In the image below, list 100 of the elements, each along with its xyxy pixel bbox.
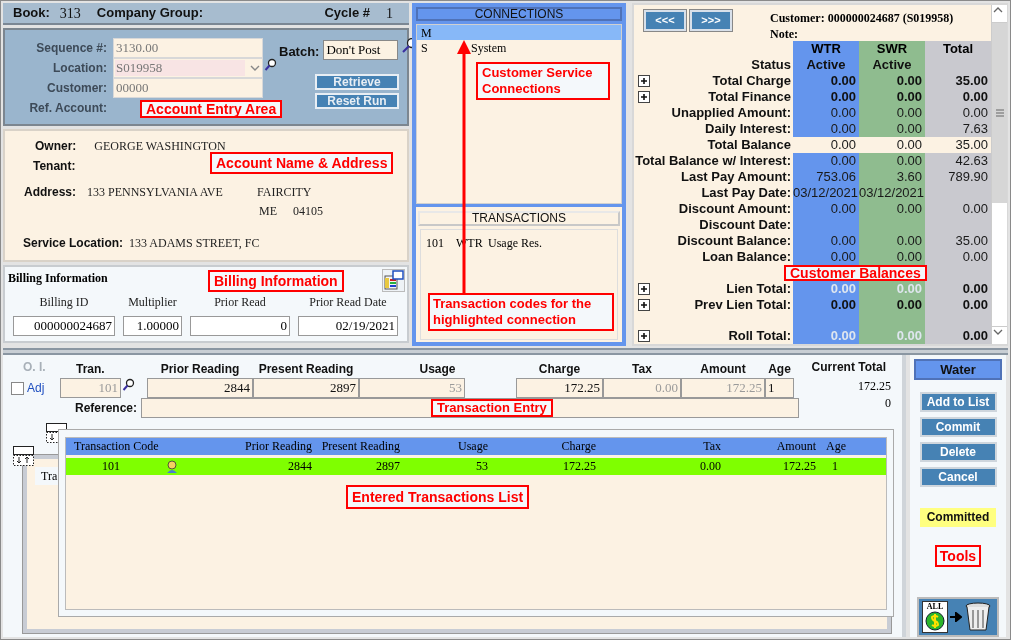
expand-icon[interactable] xyxy=(638,75,650,87)
table-cell: 0.00 xyxy=(925,201,991,217)
row-label: Prev Lien Total: xyxy=(694,296,791,313)
nav-button[interactable]: >>> xyxy=(690,10,732,31)
input-field[interactable]: 2897 xyxy=(253,378,359,398)
expand-icon[interactable] xyxy=(638,330,650,342)
column-label: Tax xyxy=(632,362,652,376)
table-cell-text: 101 xyxy=(102,458,121,475)
row-label: Total Charge xyxy=(712,73,791,89)
table-cell: 0.00 xyxy=(793,73,859,89)
table-cell: 0.00 xyxy=(793,249,859,265)
action-button[interactable]: Retrieve xyxy=(315,73,399,90)
table-cell: 753.06 xyxy=(793,169,859,185)
list-row[interactable]: 101 2844 2897 53 172.25 0.00 172.25 1 xyxy=(66,458,886,475)
tool-button[interactable]: Delete xyxy=(919,442,997,462)
input-field: 172.25 xyxy=(681,378,765,398)
row-label: Roll Total: xyxy=(728,328,791,344)
split-view-icon[interactable] xyxy=(13,446,34,466)
column-header: Transaction Code xyxy=(74,439,159,453)
checkbox[interactable] xyxy=(11,381,24,395)
table-cell: 0.00 xyxy=(859,249,925,265)
scrollbar[interactable] xyxy=(991,5,1007,344)
column-header: Tax xyxy=(703,439,721,453)
row-label: Discount Date: xyxy=(699,217,791,233)
all-label: ALL xyxy=(926,602,944,611)
row-label: Discount Amount: xyxy=(678,201,791,217)
connection-row[interactable]: M xyxy=(417,25,621,40)
input-field[interactable]: 3130.00 xyxy=(113,38,263,58)
table-cell: 0.00 xyxy=(859,153,925,169)
table-cell: 0.00 xyxy=(859,89,925,105)
clear-all-button[interactable]: ALL xyxy=(917,597,999,637)
table-cell: 0.00 xyxy=(859,105,925,121)
company-group-label: Company Group: xyxy=(96,4,203,23)
reference-field[interactable]: Transaction Entry xyxy=(141,398,799,418)
row-label: Total Balance w/ Interest: xyxy=(635,153,791,169)
table-cell: 0.00 xyxy=(793,153,859,169)
connection-row[interactable]: S System xyxy=(417,40,621,55)
row-label: Status xyxy=(751,57,791,73)
tenant-label: Tenant: xyxy=(33,158,76,175)
table-cell: 03/12/2021 xyxy=(793,185,859,201)
expand-icon[interactable] xyxy=(638,298,650,311)
input-field[interactable]: 1 xyxy=(765,378,794,398)
service-location: 133 ADAMS STREET, FC xyxy=(129,235,260,252)
readonly-field: 000000024687 xyxy=(13,316,115,336)
input-field[interactable]: 172.25 xyxy=(516,378,603,398)
column-label: Prior Reading xyxy=(160,362,240,376)
table-cell: 0.00 xyxy=(859,201,925,217)
nav-button[interactable]: <<< xyxy=(644,10,686,31)
table-cell: Active xyxy=(793,57,859,73)
annotation-label: Customer Service Connections xyxy=(476,62,610,100)
current-total-value: 0 xyxy=(885,395,891,412)
annotation-label: Billing Information xyxy=(208,270,344,292)
dropdown-field[interactable]: S019958 xyxy=(113,58,263,78)
field-label: Ref. Account: xyxy=(29,100,107,117)
batch-field[interactable]: Don't Post xyxy=(323,39,399,60)
table-cell: 1 xyxy=(832,458,838,475)
row-label: Total Balance xyxy=(707,137,791,153)
column-header: Amount xyxy=(776,439,816,453)
row-label: Total Finance xyxy=(708,89,791,105)
search-icon xyxy=(122,378,135,391)
action-button[interactable]: Reset Run xyxy=(315,92,399,109)
table-cell: 0.00 xyxy=(859,233,925,249)
annotation-label: Entered Transactions List xyxy=(346,485,530,509)
address-label: Address: xyxy=(24,184,77,201)
column-header: Usage xyxy=(458,439,488,453)
table-chart-icon[interactable] xyxy=(382,269,405,292)
expand-icon[interactable] xyxy=(638,282,650,295)
annotation-label: Transaction Entry xyxy=(431,399,553,417)
table-cell: 0.00 xyxy=(859,328,925,344)
column-header: Present Reading xyxy=(321,439,400,453)
column-label: Usage xyxy=(419,362,456,376)
column-header: Total xyxy=(925,41,991,57)
table-cell: 35.00 xyxy=(925,73,991,89)
column-label: Billing ID xyxy=(39,294,89,311)
input-field[interactable]: 2844 xyxy=(147,378,253,398)
expand-icon[interactable] xyxy=(638,91,650,103)
table-cell: 172.25 xyxy=(563,458,596,475)
search-icon xyxy=(264,58,277,71)
owner-label: Owner: xyxy=(35,138,77,155)
tool-button[interactable]: Cancel xyxy=(919,467,997,487)
table-cell: 0.00 xyxy=(925,105,991,121)
row-label: Lien Total: xyxy=(726,280,791,297)
readonly-field: 1.00000 xyxy=(123,316,182,336)
annotation-label: Account Name & Address xyxy=(210,152,394,174)
person-icon xyxy=(166,460,178,473)
checkbox-label: Adj xyxy=(27,380,45,397)
service-location-label: Service Location: xyxy=(23,235,124,252)
table-cell: 35.00 xyxy=(925,233,991,249)
oi-label: O. I. xyxy=(23,360,46,374)
tool-button[interactable]: Commit xyxy=(919,417,997,437)
table-cell: 0.00 xyxy=(793,201,859,217)
note-label: Note: xyxy=(770,26,799,42)
input-field[interactable]: 00000 xyxy=(113,78,263,98)
readonly-field: 0 xyxy=(190,316,290,336)
scroll-thumb[interactable] xyxy=(992,23,1007,203)
current-total: 172.25 xyxy=(858,378,891,395)
city-name: FAIRCITY xyxy=(257,184,312,201)
column-label: Present Reading xyxy=(258,362,354,376)
connections-header: CONNECTIONS xyxy=(416,7,622,21)
tool-button[interactable]: Add to List xyxy=(919,392,997,412)
